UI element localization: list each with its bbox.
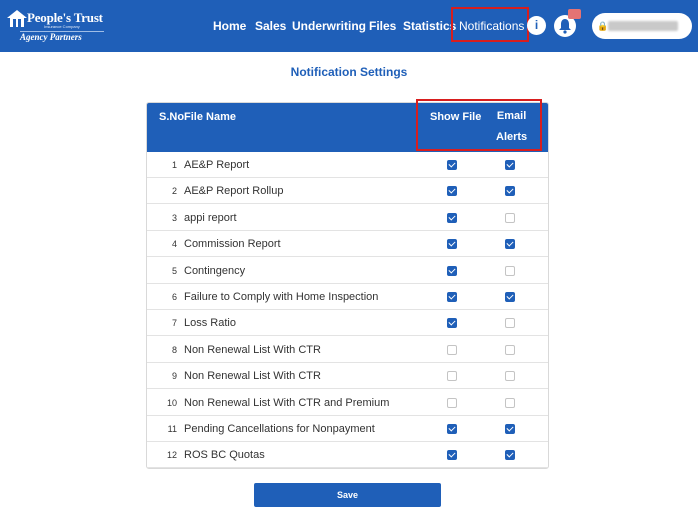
save-button[interactable]: Save (254, 483, 441, 507)
brand-subtitle: Agency Partners (20, 32, 82, 42)
lock-icon: 🔒 (597, 21, 609, 31)
row-sno: 5 (171, 265, 177, 276)
table-row: 5 Contingency (147, 258, 548, 284)
show-file-checkbox[interactable] (447, 186, 457, 197)
email-alerts-checkbox[interactable] (505, 212, 515, 223)
show-file-checkbox[interactable] (447, 318, 457, 329)
page-title: Notification Settings (290, 65, 408, 79)
row-sno: 7 (171, 318, 177, 329)
table-row: 2 AE&P Report Rollup (147, 178, 548, 205)
nav-underwriting[interactable]: Underwriting (292, 19, 366, 33)
row-file-name: Contingency (184, 264, 246, 277)
header-sno: S.No (159, 111, 185, 123)
email-alerts-checkbox[interactable] (505, 450, 515, 461)
nav-sales[interactable]: Sales (255, 19, 286, 33)
row-file-name: Loss Ratio (184, 317, 236, 330)
email-alerts-checkbox[interactable] (505, 371, 515, 382)
table-row: 8 Non Renewal List With CTR (147, 337, 548, 363)
show-file-checkbox[interactable] (447, 265, 457, 276)
house-icon (7, 10, 27, 27)
table-row: 12 ROS BC Quotas (147, 442, 548, 468)
table-row: 10 Non Renewal List With CTR and Premium (147, 390, 548, 416)
row-sno: 10 (166, 397, 177, 408)
user-menu[interactable]: 🔒 (592, 13, 692, 39)
email-alerts-checkbox[interactable] (505, 397, 515, 408)
show-file-checkbox[interactable] (447, 371, 457, 382)
show-file-checkbox[interactable] (447, 344, 457, 355)
table-row: 4 Commission Report (147, 231, 548, 258)
row-file-name: ROS BC Quotas (184, 449, 265, 462)
row-sno: 1 (171, 160, 177, 170)
nav-files[interactable]: Files (369, 19, 396, 33)
row-sno: 11 (167, 424, 177, 434)
row-file-name: Failure to Comply with Home Inspection (184, 291, 379, 303)
row-sno: 8 (171, 344, 177, 355)
row-file-name: Non Renewal List With CTR (184, 343, 321, 356)
row-file-name: Non Renewal List With CTR (184, 370, 321, 383)
email-alerts-checkbox[interactable] (505, 160, 515, 170)
show-file-checkbox[interactable] (447, 292, 457, 302)
show-file-checkbox[interactable] (447, 450, 457, 461)
row-sno: 6 (171, 292, 177, 302)
email-alerts-checkbox[interactable] (505, 239, 515, 250)
table-row: 7 Loss Ratio (147, 310, 548, 337)
email-alerts-checkbox[interactable] (505, 424, 515, 434)
brand-tagline: Insurance Company (44, 24, 80, 29)
table-row: 3 appi report (147, 205, 548, 231)
show-file-checkbox[interactable] (447, 397, 457, 408)
email-alerts-checkbox[interactable] (505, 265, 515, 276)
email-alerts-checkbox[interactable] (505, 344, 515, 355)
show-file-checkbox[interactable] (447, 212, 457, 223)
table-row: 9 Non Renewal List With CTR (147, 363, 548, 390)
row-file-name: Commission Report (184, 238, 281, 251)
table-row: 6 Failure to Comply with Home Inspection (147, 284, 548, 310)
row-sno: 3 (171, 212, 177, 223)
show-file-checkbox[interactable] (447, 239, 457, 250)
columns-highlight-box (416, 99, 542, 151)
company-logo[interactable]: People's Trust Insurance Company Agency … (6, 6, 106, 46)
info-button[interactable]: i (527, 16, 546, 35)
show-file-checkbox[interactable] (447, 160, 457, 170)
row-file-name: AE&P Report (184, 159, 250, 171)
row-sno: 12 (166, 450, 177, 461)
row-file-name: appi report (184, 211, 237, 224)
notification-badge (568, 9, 581, 19)
row-sno: 2 (171, 186, 177, 197)
table-row: 11 Pending Cancellations for Nonpayment (147, 416, 548, 442)
row-file-name: Pending Cancellations for Nonpayment (184, 423, 375, 435)
row-file-name: Non Renewal List With CTR and Premium (184, 396, 390, 409)
row-sno: 4 (171, 239, 177, 250)
nav-highlight-box (451, 7, 529, 42)
email-alerts-checkbox[interactable] (505, 318, 515, 329)
nav-home[interactable]: Home (213, 19, 246, 33)
user-name-redacted (608, 21, 678, 31)
bell-icon (559, 19, 571, 34)
top-navbar: People's Trust Insurance Company Agency … (0, 0, 698, 52)
email-alerts-checkbox[interactable] (505, 186, 515, 197)
header-file-name: File Name (184, 111, 236, 123)
row-file-name: AE&P Report Rollup (184, 185, 284, 198)
show-file-checkbox[interactable] (447, 424, 457, 434)
nav-statistics[interactable]: Statistics (403, 19, 456, 33)
notification-settings-table: S.No File Name Show File Email Alerts 1A… (146, 102, 549, 469)
row-sno: 9 (171, 371, 177, 382)
email-alerts-checkbox[interactable] (505, 292, 515, 302)
table-row: 1 AE&P Report (147, 152, 548, 178)
